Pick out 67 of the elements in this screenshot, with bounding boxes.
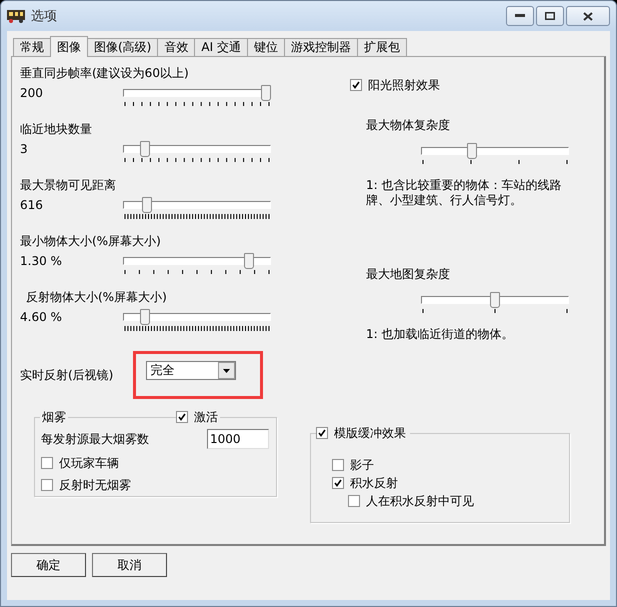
slider[interactable] <box>123 197 271 213</box>
tab[interactable]: AI 交通 <box>194 38 248 57</box>
tab[interactable]: 常规 <box>13 38 51 57</box>
slider-value: 200 <box>20 85 44 101</box>
checkbox-option[interactable]: 阳光照射效果 <box>350 77 596 93</box>
slider-label: 临近地块数量 <box>20 121 93 137</box>
slider-thumb[interactable] <box>261 85 271 101</box>
slider-value: 1.30 % <box>20 253 63 269</box>
checkbox[interactable] <box>316 427 328 439</box>
combo-label: 实时反射(后视镜) <box>20 367 114 383</box>
slider-thumb[interactable] <box>140 309 150 325</box>
slider-value: 4.60 % <box>20 309 63 325</box>
slider-label: 垂直同步帧率(建议设为60以上) <box>20 65 190 81</box>
checkbox[interactable] <box>332 459 344 471</box>
maximize-icon <box>545 12 555 20</box>
checkbox-option[interactable]: 激活 <box>176 409 218 425</box>
slider-thumb[interactable] <box>490 292 500 308</box>
description-text: 1: 也含比较重要的物体：车站的线路牌、小型建筑、行人信号灯。 <box>366 178 562 208</box>
checkbox-option[interactable]: 反射时无烟雾 <box>41 477 269 493</box>
caret-icon <box>223 368 230 372</box>
slider[interactable] <box>123 141 271 157</box>
slider-value: 3 <box>20 141 29 157</box>
slider[interactable] <box>123 309 271 325</box>
checkbox-option[interactable]: 影子 <box>332 457 570 473</box>
checkbox[interactable] <box>348 495 360 507</box>
slider[interactable] <box>421 143 569 159</box>
field-label: 每发射源最大烟雾数 <box>41 431 149 447</box>
slider[interactable] <box>123 85 271 101</box>
checkbox[interactable] <box>41 457 53 469</box>
slider[interactable] <box>123 253 271 269</box>
checkbox[interactable] <box>176 411 188 423</box>
slider-label: 最大景物可见距离 <box>20 177 117 193</box>
minimize-icon <box>515 14 525 18</box>
slider-label: 最大物体复杂度 <box>366 117 451 133</box>
slider-thumb[interactable] <box>142 197 152 213</box>
maximize-button[interactable] <box>536 6 564 26</box>
tab[interactable]: 扩展包 <box>356 38 407 57</box>
slider-label: 最大地图复杂度 <box>366 266 451 282</box>
dialog-button[interactable]: 确定 <box>11 553 86 577</box>
dropdown[interactable]: 完全 <box>146 361 236 380</box>
slider-label: 反射物体大小(%屏幕大小) <box>25 289 168 305</box>
tab[interactable]: 键位 <box>246 38 285 57</box>
slider-label: 最小物体大小(%屏幕大小) <box>20 233 162 249</box>
tab[interactable]: 图像 <box>50 36 88 57</box>
checkbox-option[interactable]: 仅玩家车辆 <box>41 455 269 471</box>
checkbox-option[interactable]: 积水反射 <box>332 475 570 491</box>
close-button[interactable] <box>566 6 610 26</box>
slider-thumb[interactable] <box>466 143 477 159</box>
close-icon <box>583 12 593 20</box>
group-title: 烟雾 <box>40 409 68 425</box>
slider-thumb[interactable] <box>244 253 254 269</box>
window-title: 选项 <box>31 8 57 25</box>
checkbox-option[interactable]: 人在积水反射中可见 <box>348 493 570 509</box>
minimize-button[interactable] <box>506 6 534 26</box>
tab[interactable]: 图像(高级) <box>87 38 158 57</box>
tab[interactable]: 音效 <box>157 38 196 57</box>
slider[interactable] <box>421 292 569 308</box>
slider-thumb[interactable] <box>140 141 150 157</box>
tab[interactable]: 游戏控制器 <box>284 38 358 57</box>
checkbox[interactable] <box>41 479 53 491</box>
input-field[interactable]: 1000 <box>207 429 269 449</box>
checkbox[interactable] <box>350 79 362 91</box>
description-text: 1: 也加载临近街道的物体。 <box>366 327 514 342</box>
dialog-button[interactable]: 取消 <box>92 553 167 577</box>
checkbox[interactable] <box>332 477 344 489</box>
train-icon <box>7 9 25 23</box>
slider-value: 616 <box>20 197 44 213</box>
